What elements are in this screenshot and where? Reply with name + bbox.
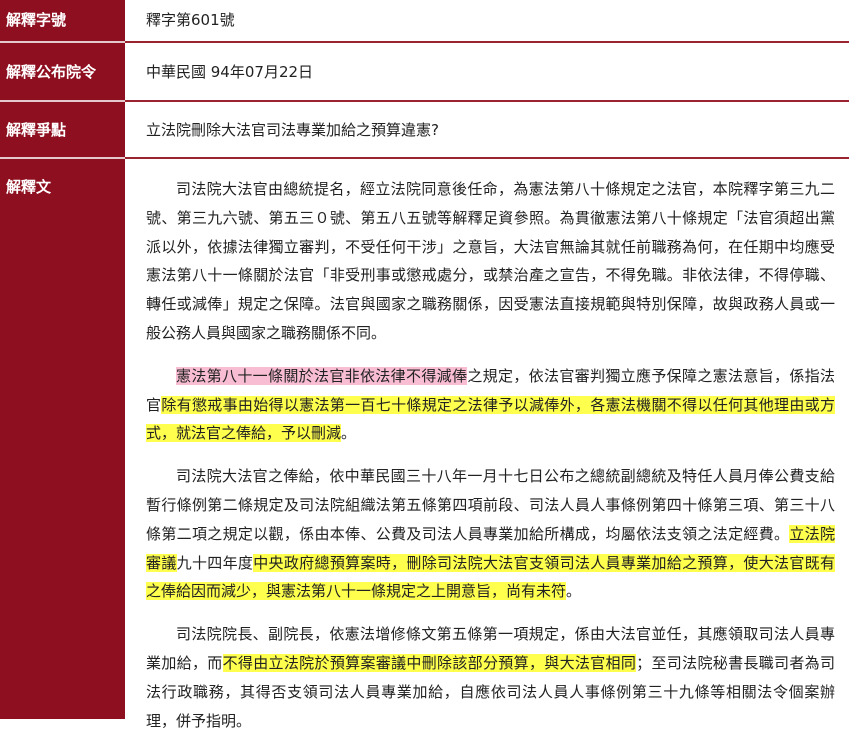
text-span: 九十四年度 — [176, 553, 254, 572]
label-issue: 解釋爭點 — [0, 102, 125, 159]
highlight-pink: 憲法第八十一條關於法官非依法律不得減俸 — [176, 366, 468, 385]
row-announcement-date: 解釋公布院令 中華民國 94年07月22日 — [0, 43, 849, 102]
text-span: 司法院大法官之俸給，依中華民國三十八年一月十七日公布之總統副總統及特任人員月俸公… — [146, 467, 835, 543]
paragraph-1: 司法院大法官由總統提名，經立法院同意後任命，為憲法第八十條規定之法官，本院釋字第… — [146, 180, 835, 342]
paragraph-2: 憲法第八十一條關於法官非依法律不得減俸之規定，依法官審判獨立應予保障之憲法意旨，… — [146, 362, 835, 448]
interpretation-body: 司法院大法官由總統提名，經立法院同意後任命，為憲法第八十條規定之法官，本院釋字第… — [125, 159, 849, 730]
value-interpretation-number: 釋字第601號 — [146, 11, 235, 29]
label-interpretation-number: 解釋字號 — [0, 0, 125, 43]
label-interpretation-text: 解釋文 — [0, 159, 125, 719]
label-announcement-date: 解釋公布院令 — [0, 43, 125, 102]
text-span: 。 — [341, 424, 357, 443]
value-announcement-date: 中華民國 94年07月22日 — [146, 63, 314, 81]
highlight-yellow: 除有懲戒事由始得以憲法第一百七十條規定之法律予以減俸外，各憲法機關不得以任何其他… — [146, 395, 835, 443]
paragraph-4: 司法院院長、副院長，依憲法增修條文第五條第一項規定，係由大法官並任，其應領取司法… — [146, 620, 835, 735]
row-interpretation-text: 解釋文 司法院大法官由總統提名，經立法院同意後任命，為憲法第八十條規定之法官，本… — [0, 159, 849, 730]
row-interpretation-number: 解釋字號 釋字第601號 — [0, 0, 849, 43]
value-issue: 立法院刪除大法官司法專業加給之預算違憲? — [146, 121, 439, 139]
highlight-yellow: 不得由立法院於預算案審議中刪除該部分預算，與大法官相同 — [222, 653, 637, 672]
text-span: 。 — [566, 582, 582, 601]
row-issue: 解釋爭點 立法院刪除大法官司法專業加給之預算違憲? — [0, 102, 849, 159]
paragraph-3: 司法院大法官之俸給，依中華民國三十八年一月十七日公布之總統副總統及特任人員月俸公… — [146, 462, 835, 606]
